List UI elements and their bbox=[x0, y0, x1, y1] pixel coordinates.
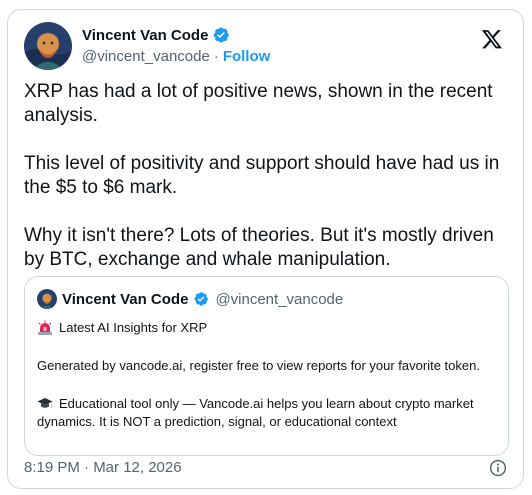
tweet-paragraph: Why it isn't there? Lots of theories. Bu… bbox=[24, 225, 494, 270]
author-handle[interactable]: @vincent_vancode bbox=[82, 48, 210, 65]
quoted-paragraph: Generated by vancode.ai, register free t… bbox=[37, 358, 480, 373]
graduation-cap-emoji-icon bbox=[37, 395, 53, 411]
quoted-title: Latest AI Insights for XRP bbox=[59, 320, 208, 335]
handle-separator: · bbox=[213, 48, 219, 65]
quoted-disclaimer-text: Educational tool only — Vancode.ai helps… bbox=[37, 396, 474, 429]
x-logo-icon[interactable] bbox=[481, 28, 503, 50]
siren-emoji-icon bbox=[37, 320, 53, 336]
verified-badge-icon bbox=[193, 291, 209, 307]
follow-button[interactable]: Follow bbox=[223, 48, 271, 65]
author-info: Vincent Van Code @vincent_vancode · Foll… bbox=[82, 26, 271, 66]
verified-badge-icon bbox=[212, 26, 230, 44]
info-icon[interactable] bbox=[489, 459, 507, 477]
author-avatar[interactable] bbox=[24, 22, 72, 70]
tweet-header: Vincent Van Code @vincent_vancode · Foll… bbox=[24, 22, 509, 72]
quoted-tweet-body: Latest AI Insights for XRP Generated by … bbox=[37, 319, 497, 431]
quoted-author-name: Vincent Van Code bbox=[62, 290, 189, 308]
tweet-card[interactable]: Vincent Van Code @vincent_vancode · Foll… bbox=[7, 9, 524, 489]
quoted-author-handle: @vincent_vancode bbox=[215, 290, 344, 308]
quoted-tweet-header: Vincent Van Code @vincent_vancode bbox=[37, 289, 343, 309]
quoted-tweet[interactable]: Vincent Van Code @vincent_vancode Latest… bbox=[24, 276, 509, 456]
quoted-title-line: Latest AI Insights for XRP bbox=[37, 319, 497, 337]
quoted-disclaimer: Educational tool only — Vancode.ai helps… bbox=[37, 395, 497, 431]
tweet-body: XRP has had a lot of positive news, show… bbox=[24, 80, 514, 272]
tweet-timestamp[interactable]: 8:19 PM · Mar 12, 2026 bbox=[24, 459, 182, 476]
tweet-paragraph: XRP has had a lot of positive news, show… bbox=[24, 81, 493, 126]
tweet-paragraph: This level of positivity and support sho… bbox=[24, 153, 500, 198]
author-name[interactable]: Vincent Van Code bbox=[82, 27, 208, 44]
quoted-author-avatar bbox=[37, 289, 57, 309]
